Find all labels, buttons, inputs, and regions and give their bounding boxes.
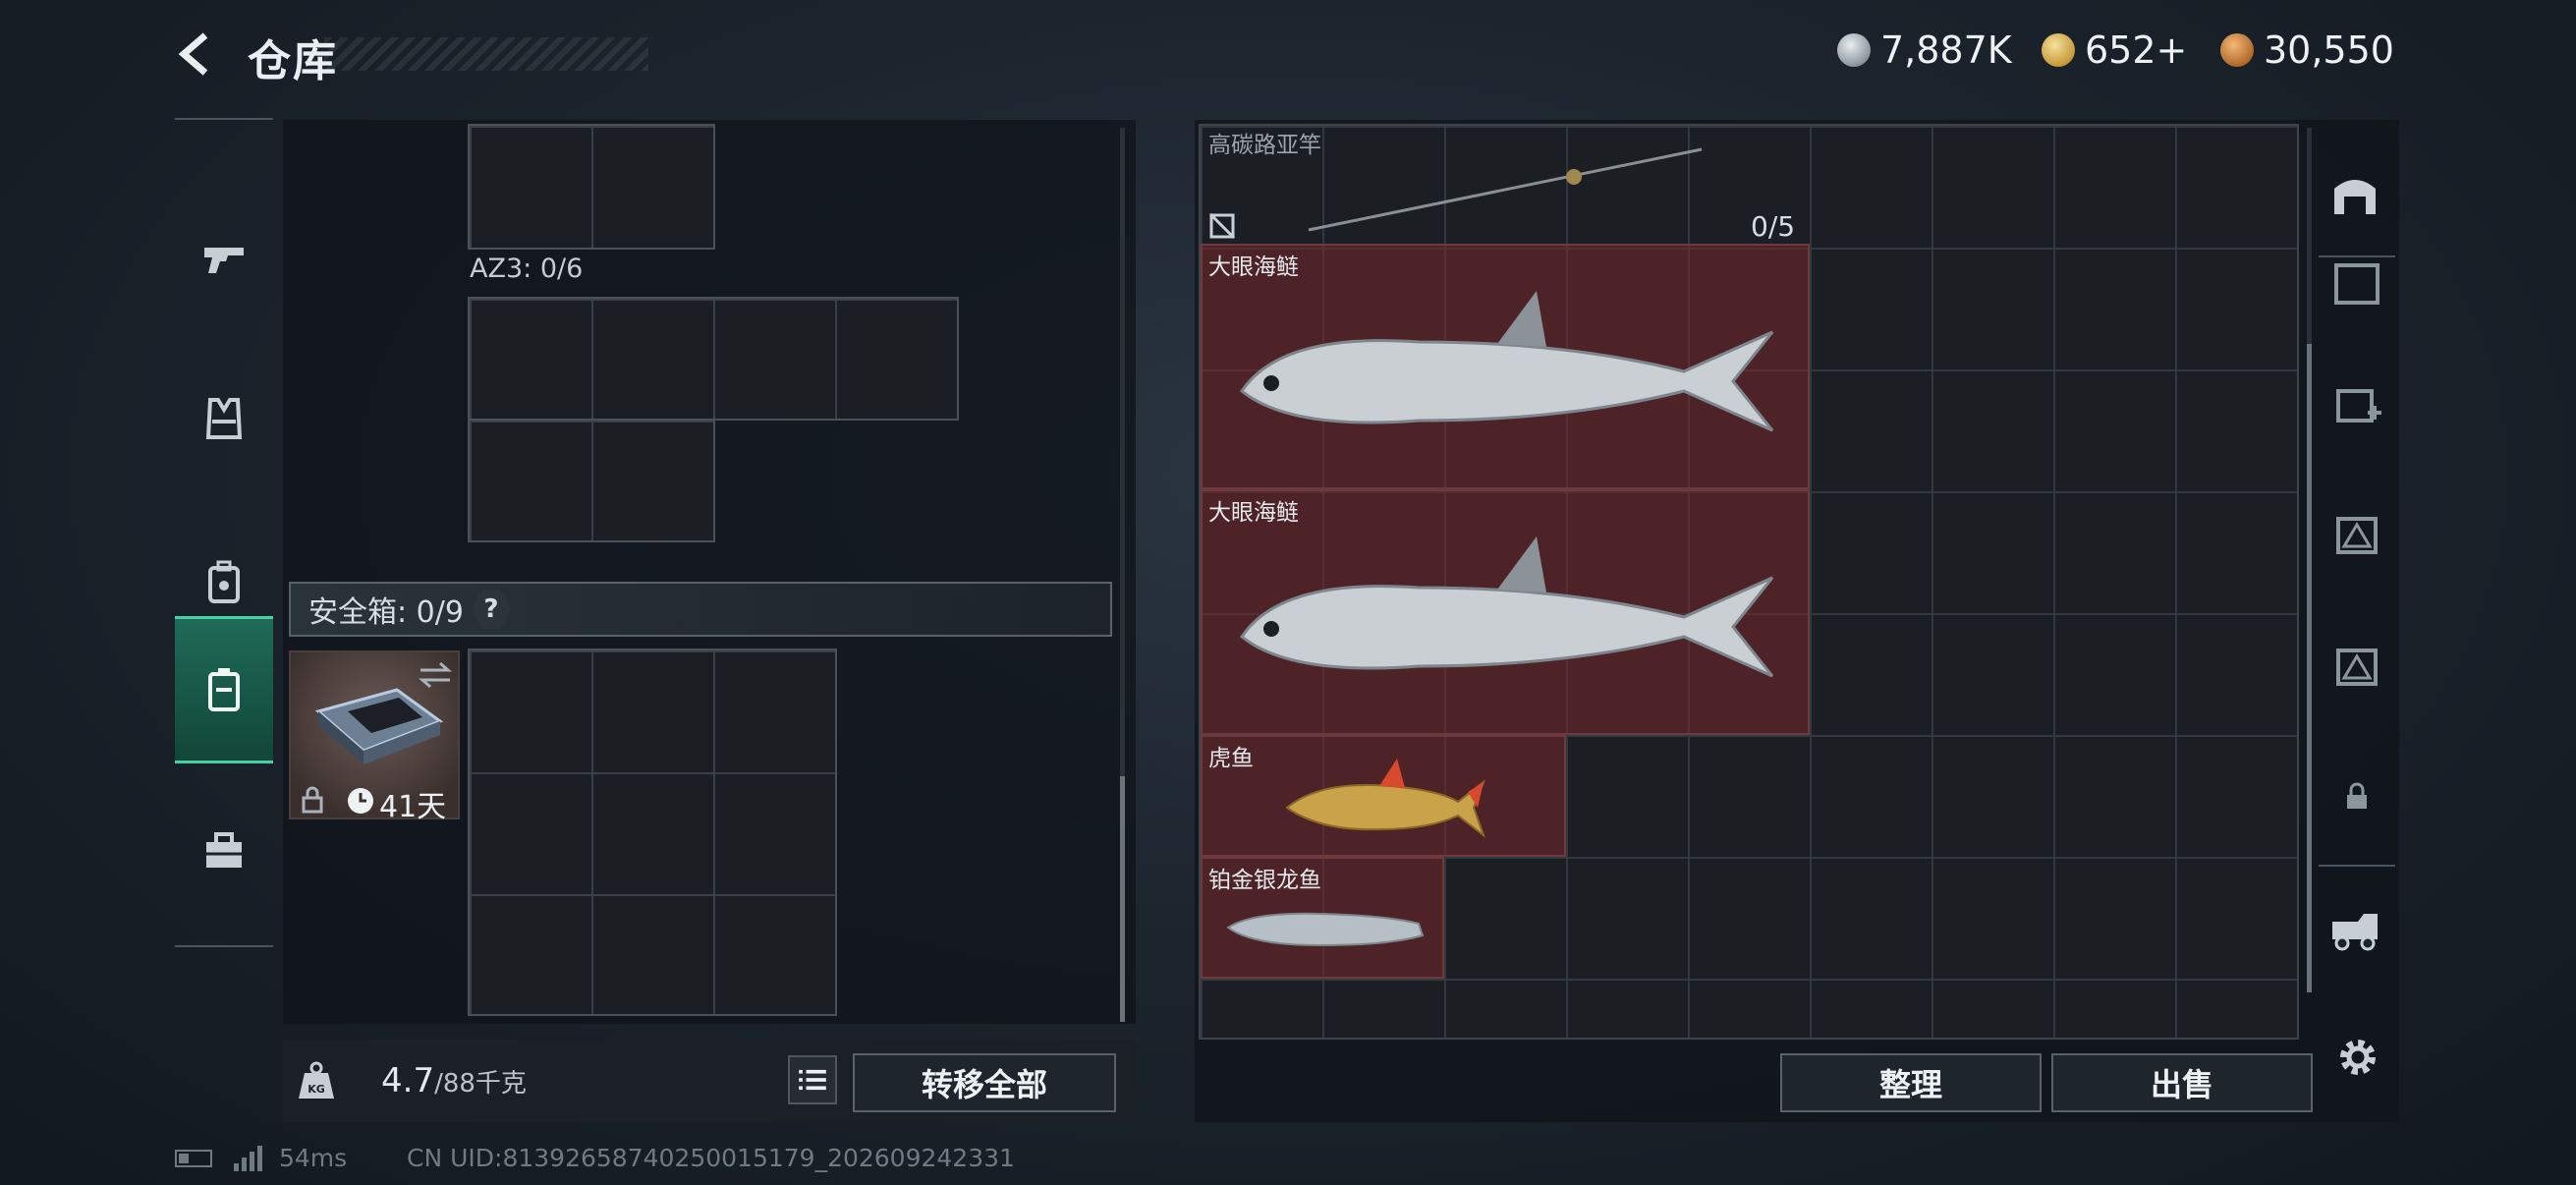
svg-text:KG: KG xyxy=(308,1083,325,1096)
currency-silver: 7,887K xyxy=(1837,26,2012,75)
backpack-icon xyxy=(208,560,240,603)
stash-item[interactable]: 虎鱼 xyxy=(1201,735,1566,857)
ping-text: 54ms xyxy=(279,1144,348,1172)
arowana-fish-image xyxy=(1226,912,1425,947)
vehicle-icon[interactable] xyxy=(2328,904,2381,957)
stash-scrollbar[interactable] xyxy=(2307,128,2312,992)
sort-button[interactable]: 整理 xyxy=(1780,1053,2042,1112)
currency-gold[interactable]: 652+ xyxy=(2042,26,2187,75)
tigerfish-image xyxy=(1285,759,1486,838)
safe-case-slot[interactable]: 41天 xyxy=(289,650,460,824)
bronze-coin-icon xyxy=(2220,33,2254,67)
weight-readout: 4.7/88千克 xyxy=(381,1061,527,1100)
container-grid-top[interactable] xyxy=(468,124,715,250)
vest-icon xyxy=(205,398,243,439)
warehouse-icon[interactable] xyxy=(2328,167,2381,220)
safe-box-grid[interactable] xyxy=(468,649,837,1016)
stash-tab-3-icon[interactable] xyxy=(2330,639,2383,692)
safe-case-timer: 41天 xyxy=(379,790,447,824)
safe-box-label: 安全箱: 0/9 xyxy=(308,595,464,630)
weight-current: 4.7 xyxy=(381,1061,435,1100)
gun-icon xyxy=(204,248,244,273)
az3-label: AZ3: 0/6 xyxy=(470,254,584,284)
rod-count: 0/5 xyxy=(1751,210,1796,243)
title-decoration xyxy=(324,37,648,71)
silver-amount: 7,887K xyxy=(1880,28,2012,72)
bronze-amount: 30,550 xyxy=(2264,28,2394,72)
nav-weapons[interactable] xyxy=(175,184,273,331)
stash-tabs xyxy=(2319,255,2395,867)
transfer-all-button[interactable]: 转移全部 xyxy=(853,1053,1116,1112)
fishing-rod-image xyxy=(1308,147,1703,232)
left-category-nav xyxy=(175,118,273,947)
add-stash-icon[interactable] xyxy=(2330,377,2383,430)
stash-grid[interactable]: 高碳路亚竿 0/5 大眼海鲢 大眼海鲢 虎鱼 铂金银龙鱼 xyxy=(1199,124,2299,1040)
tarpon-fish-image xyxy=(1239,291,1774,432)
safe-box-header: 安全箱: 0/9 ? xyxy=(289,582,1112,637)
swap-icon[interactable] xyxy=(417,660,454,690)
weight-icon: KG xyxy=(299,1061,334,1099)
nav-toolbox[interactable] xyxy=(175,778,273,926)
stash-item[interactable]: 大眼海鲢 xyxy=(1201,489,1810,735)
stash-tab-4-icon[interactable] xyxy=(2330,507,2383,560)
clock-icon xyxy=(348,788,373,814)
currency-bronze: 30,550 xyxy=(2220,26,2394,75)
page-title: 仓库 xyxy=(248,36,338,86)
locked-tab-icon xyxy=(2347,782,2367,809)
signal-icon xyxy=(234,1146,262,1171)
tarpon-fish-image xyxy=(1239,536,1774,678)
sell-button[interactable]: 出售 xyxy=(2051,1053,2313,1112)
safe-case-image xyxy=(314,688,444,764)
no-tag-icon xyxy=(1208,212,1236,240)
stash-item[interactable]: 铂金银龙鱼 xyxy=(1201,857,1444,979)
silver-coin-icon xyxy=(1837,33,1871,67)
help-icon[interactable]: ? xyxy=(471,590,511,629)
case-icon xyxy=(208,668,240,711)
gold-coin-icon xyxy=(2042,33,2075,67)
uid-text: CN UID:81392658740250015179_202609242331 xyxy=(407,1144,1015,1172)
lock-icon xyxy=(302,786,323,814)
stash-tab-1-icon[interactable] xyxy=(2330,257,2383,310)
left-scrollbar[interactable] xyxy=(1120,128,1125,1022)
gear-icon[interactable] xyxy=(2332,1032,2383,1083)
toolbox-icon xyxy=(206,832,242,868)
stash-item[interactable]: 大眼海鲢 xyxy=(1201,244,1810,489)
nav-safe-case[interactable] xyxy=(175,616,273,763)
list-view-button[interactable] xyxy=(788,1055,837,1104)
weight-max: /88千克 xyxy=(434,1069,527,1099)
nav-armor[interactable] xyxy=(175,346,273,493)
az3-grid-row1[interactable] xyxy=(468,297,959,421)
gold-amount: 652+ xyxy=(2085,28,2188,72)
back-arrow-icon[interactable] xyxy=(172,29,221,79)
item-name: 虎鱼 xyxy=(1208,746,1254,771)
az3-grid-row2[interactable] xyxy=(468,419,715,542)
battery-icon xyxy=(175,1150,212,1167)
item-name: 铂金银龙鱼 xyxy=(1208,868,1321,893)
